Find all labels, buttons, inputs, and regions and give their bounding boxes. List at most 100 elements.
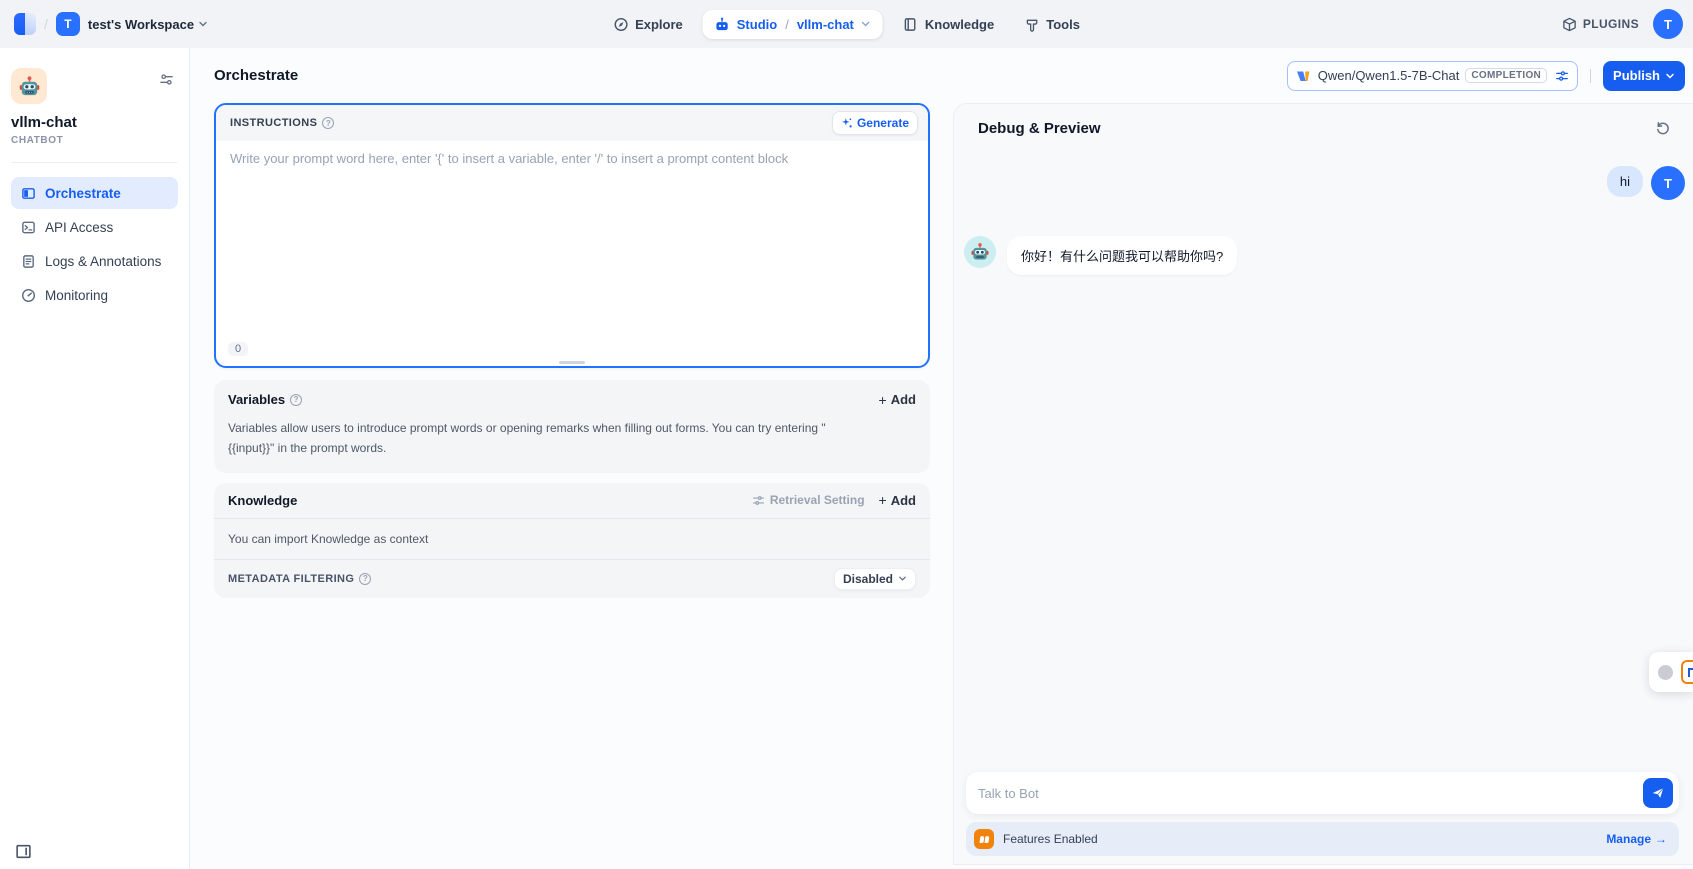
nav-tools-label: Tools bbox=[1046, 17, 1080, 32]
main-content: Orchestrate Qwen/Qwen1.5-7B-Chat COMPLET… bbox=[190, 48, 1693, 869]
send-icon bbox=[1651, 786, 1665, 800]
features-icon bbox=[974, 829, 994, 849]
metadata-filtering-value: Disabled bbox=[843, 572, 893, 586]
add-variable-label: Add bbox=[891, 392, 916, 407]
publish-button[interactable]: Publish bbox=[1603, 61, 1685, 91]
header-nav: Explore Studio / vllm-chat Knowledge Too… bbox=[603, 0, 1090, 48]
app-icon[interactable] bbox=[11, 68, 47, 104]
user-avatar[interactable]: T bbox=[1653, 9, 1683, 39]
plus-icon: + bbox=[879, 493, 887, 507]
chat-input[interactable] bbox=[978, 786, 1643, 801]
char-count-badge: 0 bbox=[228, 342, 248, 356]
app-name: vllm-chat bbox=[11, 114, 178, 131]
chevron-down-icon bbox=[898, 574, 907, 583]
manage-features-button[interactable]: Manage → bbox=[1606, 832, 1667, 846]
knowledge-title: Knowledge bbox=[228, 493, 297, 508]
workspace-avatar[interactable]: T bbox=[56, 12, 80, 36]
collapse-sidebar-icon bbox=[15, 843, 32, 860]
plugins-button[interactable]: PLUGINS bbox=[1562, 17, 1639, 32]
terminal-icon bbox=[21, 220, 36, 235]
metadata-filtering-dropdown[interactable]: Disabled bbox=[834, 568, 916, 590]
app-root: / T test's Workspace Explore Studio / vl… bbox=[0, 0, 1693, 869]
logs-icon bbox=[21, 254, 36, 269]
send-button[interactable] bbox=[1643, 778, 1673, 808]
generate-label: Generate bbox=[857, 116, 909, 130]
package-icon bbox=[1562, 17, 1577, 32]
plugins-label: PLUGINS bbox=[1583, 17, 1639, 31]
sidebar-item-label: Logs & Annotations bbox=[45, 254, 161, 269]
plus-icon: + bbox=[879, 393, 887, 407]
resize-handle[interactable] bbox=[559, 361, 585, 364]
generate-button[interactable]: Generate bbox=[832, 111, 918, 135]
app-type-label: CHATBOT bbox=[11, 135, 178, 146]
book-icon bbox=[903, 17, 918, 32]
bot-chat-avatar bbox=[964, 236, 996, 268]
add-knowledge-button[interactable]: + Add bbox=[879, 493, 916, 508]
add-variable-button[interactable]: + Add bbox=[879, 392, 916, 407]
restart-icon bbox=[1655, 120, 1671, 136]
variables-card: Variables ? + Add Variables allow users … bbox=[214, 380, 930, 473]
hammer-icon bbox=[1024, 17, 1039, 32]
nav-explore[interactable]: Explore bbox=[603, 10, 693, 39]
model-params-icon bbox=[1555, 69, 1569, 83]
drag-dot-icon bbox=[1658, 665, 1673, 680]
floating-extension-widget[interactable] bbox=[1649, 652, 1693, 692]
content-topbar: Orchestrate Qwen/Qwen1.5-7B-Chat COMPLET… bbox=[190, 48, 1693, 103]
sidebar-item-logs[interactable]: Logs & Annotations bbox=[11, 245, 178, 277]
nav-studio-label: Studio bbox=[737, 17, 777, 32]
nav-tools[interactable]: Tools bbox=[1014, 10, 1090, 39]
metadata-filtering-title: METADATA FILTERING bbox=[228, 573, 354, 585]
dify-logo-icon[interactable] bbox=[14, 13, 36, 35]
orchestrate-column: INSTRUCTIONS ? Generate 0 bbox=[190, 103, 930, 869]
bot-message-row: 你好！有什么问题我可以帮助你吗? bbox=[964, 236, 1685, 275]
retrieval-setting-button[interactable]: Retrieval Setting bbox=[752, 493, 865, 507]
collapse-sidebar-button[interactable] bbox=[11, 839, 36, 864]
sidebar-item-label: Orchestrate bbox=[45, 186, 121, 201]
model-name: Qwen/Qwen1.5-7B-Chat bbox=[1318, 68, 1460, 83]
vllm-logo-icon bbox=[1296, 68, 1312, 84]
bot-message-bubble: 你好！有什么问题我可以帮助你吗? bbox=[1007, 236, 1237, 275]
help-icon[interactable]: ? bbox=[290, 394, 302, 406]
header-left: / T test's Workspace bbox=[14, 12, 208, 36]
robot-icon bbox=[715, 17, 730, 32]
help-icon[interactable]: ? bbox=[322, 117, 334, 129]
debug-preview-panel: Debug & Preview hi T bbox=[953, 103, 1693, 865]
user-message-bubble: hi bbox=[1607, 166, 1643, 197]
arrow-right-icon: → bbox=[1655, 832, 1667, 846]
sidebar-item-label: Monitoring bbox=[45, 288, 108, 303]
retrieval-sliders-icon bbox=[752, 494, 765, 507]
model-selector[interactable]: Qwen/Qwen1.5-7B-Chat COMPLETION bbox=[1287, 61, 1578, 91]
nav-explore-label: Explore bbox=[635, 17, 683, 32]
sidebar-item-monitoring[interactable]: Monitoring bbox=[11, 279, 178, 311]
workspace-name: test's Workspace bbox=[88, 17, 194, 32]
features-bar: Features Enabled Manage → bbox=[966, 822, 1679, 856]
app-settings-button[interactable] bbox=[155, 68, 178, 91]
metadata-filtering-row: METADATA FILTERING ? Disabled bbox=[214, 560, 930, 598]
knowledge-description: You can import Knowledge as context bbox=[214, 519, 930, 559]
workspace-switcher[interactable]: test's Workspace bbox=[88, 17, 208, 32]
user-message-row: hi T bbox=[964, 166, 1685, 200]
knowledge-card: Knowledge Retrieval Setting + Add bbox=[214, 483, 930, 598]
app-sidebar: vllm-chat CHATBOT Orchestrate API Access… bbox=[0, 48, 190, 869]
instructions-title: INSTRUCTIONS bbox=[230, 117, 317, 129]
prompt-editor[interactable] bbox=[230, 151, 914, 311]
top-header: / T test's Workspace Explore Studio / vl… bbox=[0, 0, 1693, 48]
chat-history: hi T 你好！有什么问题我可以帮助你吗? bbox=[954, 138, 1693, 772]
variables-title: Variables bbox=[228, 392, 285, 407]
instructions-panel: INSTRUCTIONS ? Generate 0 bbox=[214, 103, 930, 368]
help-icon[interactable]: ? bbox=[359, 573, 371, 585]
nav-studio[interactable]: Studio / vllm-chat bbox=[703, 10, 883, 39]
retrieval-setting-label: Retrieval Setting bbox=[770, 493, 865, 507]
sidebar-item-api-access[interactable]: API Access bbox=[11, 211, 178, 243]
chevron-down-icon bbox=[861, 19, 871, 29]
sidebar-item-label: API Access bbox=[45, 220, 113, 235]
model-mode-badge: COMPLETION bbox=[1465, 68, 1547, 83]
nav-knowledge[interactable]: Knowledge bbox=[893, 10, 1004, 39]
add-knowledge-label: Add bbox=[891, 493, 916, 508]
header-right: PLUGINS T bbox=[1562, 9, 1683, 39]
restart-conversation-button[interactable] bbox=[1653, 118, 1673, 138]
compass-icon bbox=[613, 17, 628, 32]
sidebar-item-orchestrate[interactable]: Orchestrate bbox=[11, 177, 178, 209]
page-title: Orchestrate bbox=[214, 67, 298, 84]
divider-slash: / bbox=[44, 16, 48, 32]
